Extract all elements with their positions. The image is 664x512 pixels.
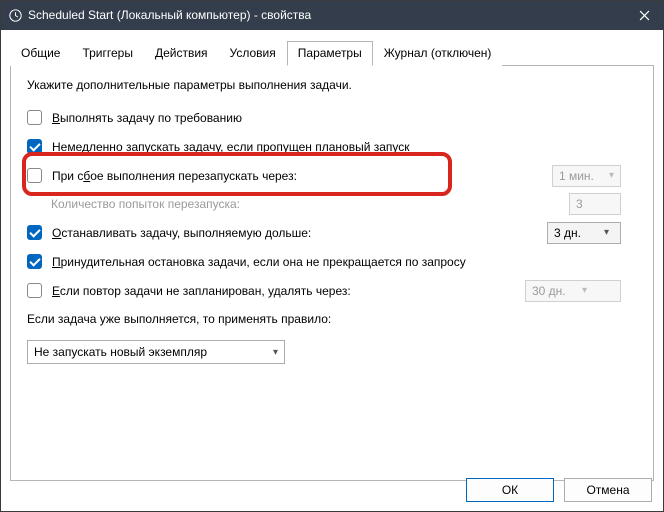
label-stop-after: Останавливать задачу, выполняемую дольше… <box>52 226 311 240</box>
row-delete-after: Если повтор задачи не запланирован, удал… <box>27 283 637 298</box>
tab-triggers[interactable]: Триггеры <box>71 41 144 66</box>
label-restart: При сбое выполнения перезапускать через: <box>52 169 297 183</box>
title-bar: Scheduled Start (Локальный компьютер) - … <box>0 0 664 30</box>
row-stop-after: Останавливать задачу, выполняемую дольше… <box>27 225 637 240</box>
chevron-down-icon: ▾ <box>273 347 278 358</box>
tab-actions[interactable]: Действия <box>144 41 219 66</box>
close-icon <box>639 10 650 21</box>
label-restart-count: Количество попыток перезапуска: <box>51 197 240 211</box>
close-button[interactable] <box>624 0 664 30</box>
settings-pane: Укажите дополнительные параметры выполне… <box>10 66 654 481</box>
label-allow-demand: Выполнять задачу по требованию <box>52 111 242 125</box>
cancel-button[interactable]: Отмена <box>564 478 652 502</box>
row-allow-demand: Выполнять задачу по требованию <box>27 110 637 125</box>
combo-rule[interactable]: Не запускать новый экземпляр▾ <box>27 340 285 364</box>
chevron-down-icon: ▾ <box>578 285 591 296</box>
dialog-footer: ОК Отмена <box>466 478 652 502</box>
spinner-restart-count: 3 <box>569 193 621 215</box>
row-rule-combo: Не запускать новый экземпляр▾ <box>27 340 637 364</box>
checkbox-stop-after[interactable] <box>27 225 42 240</box>
checkbox-delete-after[interactable] <box>27 283 42 298</box>
tab-history[interactable]: Журнал (отключен) <box>373 41 503 66</box>
tab-general[interactable]: Общие <box>10 41 71 66</box>
tab-strip: Общие Триггеры Действия Условия Параметр… <box>10 40 654 66</box>
ok-button[interactable]: ОК <box>466 478 554 502</box>
pane-hint: Укажите дополнительные параметры выполне… <box>27 78 637 92</box>
combo-restart-interval: 1 мин.▾ <box>552 165 621 187</box>
label-run-missed: Немедленно запускать задачу, если пропущ… <box>52 140 410 154</box>
checkbox-force-stop[interactable] <box>27 254 42 269</box>
row-force-stop: Принудительная остановка задачи, если он… <box>27 254 637 269</box>
row-run-missed: Немедленно запускать задачу, если пропущ… <box>27 139 637 154</box>
row-restart-count: Количество попыток перезапуска: 3 <box>51 197 637 211</box>
combo-delete-after: 30 дн.▾ <box>525 280 621 302</box>
chevron-down-icon: ▾ <box>600 227 613 238</box>
label-delete-after: Если повтор задачи не запланирован, удал… <box>52 284 351 298</box>
chevron-down-icon: ▾ <box>605 170 618 181</box>
window-title: Scheduled Start (Локальный компьютер) - … <box>28 8 624 22</box>
tab-conditions[interactable]: Условия <box>219 41 287 66</box>
row-restart: При сбое выполнения перезапускать через:… <box>27 168 637 183</box>
clock-icon <box>8 8 22 22</box>
row-rule-label: Если задача уже выполняется, то применят… <box>27 312 637 326</box>
label-force-stop: Принудительная остановка задачи, если он… <box>52 255 466 269</box>
checkbox-run-missed[interactable] <box>27 139 42 154</box>
label-rule: Если задача уже выполняется, то применят… <box>27 312 331 326</box>
checkbox-allow-demand[interactable] <box>27 110 42 125</box>
checkbox-restart[interactable] <box>27 168 42 183</box>
tab-settings[interactable]: Параметры <box>287 41 373 66</box>
combo-stop-after[interactable]: 3 дн.▾ <box>547 222 621 244</box>
